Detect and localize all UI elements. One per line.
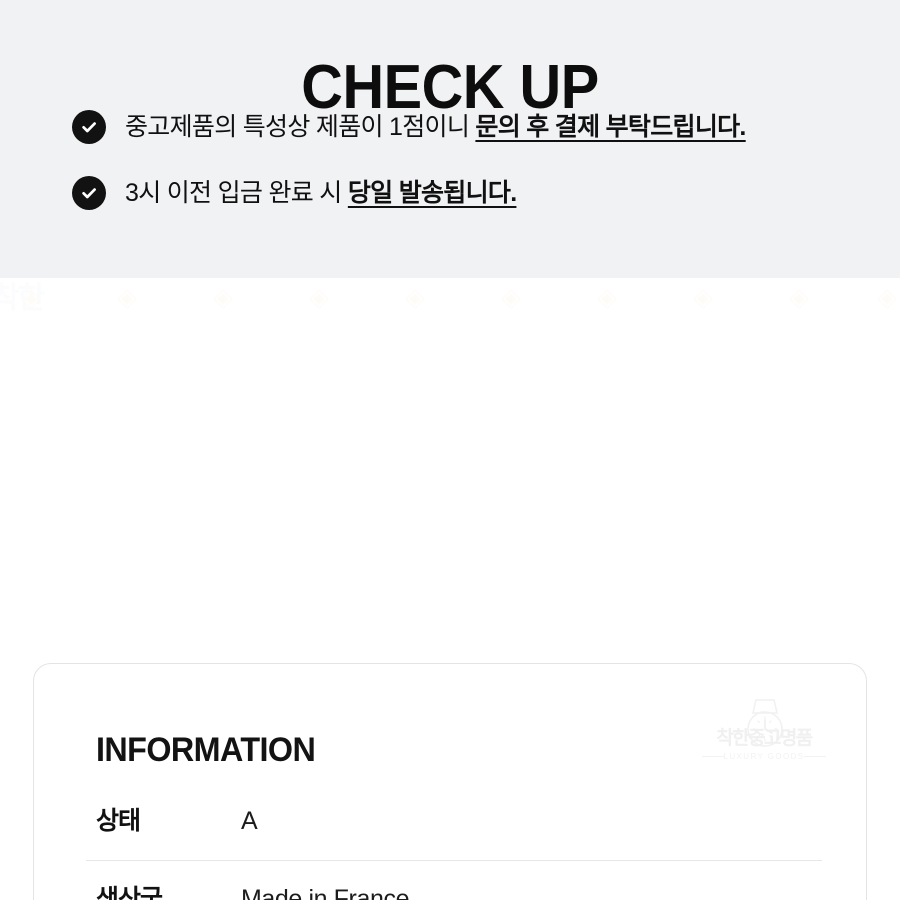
spec-label-condition: 상태 [96,807,141,835]
table-row: 상태 A [34,782,866,860]
checkup-section: CHECK UP 중고제품의 특성상 제품이 1점이니 문의 후 결제 부탁드립… [0,0,900,278]
brand-watermark: 착한중고명품 LUXURY GOODS [700,697,828,769]
watermark-brand-glyph: 착한 [0,282,45,315]
spec-label-country: 생산국 [96,885,163,900]
watermark-mark-icon: ◈ [693,282,713,312]
spec-value-condition: A [241,807,258,835]
spec-value-country: Made in France [241,885,410,900]
information-heading: INFORMATION [96,731,316,770]
watermark-mark-icon: ◈ [309,282,329,312]
list-item: 3시 이전 입금 완료 시 당일 발송됩니다. [72,174,872,214]
checkup-item-text-plain: 중고제품의 특성상 제품이 1점이니 [125,113,476,141]
watermark-mark-icon: ◈ [789,282,809,312]
checkup-item-text: 3시 이전 입금 완료 시 당일 발송됩니다. [125,174,517,212]
product-detail-page: CHECK UP 중고제품의 특성상 제품이 1점이니 문의 후 결제 부탁드립… [0,0,900,900]
watermark-mark-icon: ◈ [21,282,41,312]
watermark-mark-icon: ◈ [117,282,137,312]
watermark-mark-icon: ◈ [501,282,521,312]
information-card: INFORMATION 착한중고명품 LUXURY GOODS 상태 A 생산국… [33,663,867,900]
information-section: 착한 ◈ ◈ ◈ ◈ ◈ ◈ ◈ ◈ ◈ ◈ INFORMATION 착한중고명… [0,278,900,900]
list-item: 중고제품의 특성상 제품이 1점이니 문의 후 결제 부탁드립니다. [72,108,872,148]
table-row: 생산국 Made in France [34,860,866,900]
checkup-item-text: 중고제품의 특성상 제품이 1점이니 문의 후 결제 부탁드립니다. [125,108,746,146]
checkup-notice-list: 중고제품의 특성상 제품이 1점이니 문의 후 결제 부탁드립니다. 3시 이전… [72,108,872,240]
check-circle-icon [72,110,106,144]
checkup-item-text-emphasis: 당일 발송됩니다. [347,179,517,207]
background-watermark-pattern: 착한 ◈ ◈ ◈ ◈ ◈ ◈ ◈ ◈ ◈ ◈ [0,278,900,398]
watermark-brand-name: 착한중고명품 [716,728,813,749]
watermark-mark-icon: ◈ [877,282,897,312]
specification-table: 상태 A 생산국 Made in France 사이즈 15 x 10.5 (c… [34,782,866,900]
checkup-item-text-plain: 3시 이전 입금 완료 시 [125,179,348,207]
watermark-mark-icon: ◈ [405,282,425,312]
watermark-mark-icon: ◈ [597,282,617,312]
watermark-brand-sub: LUXURY GOODS [723,752,805,761]
checkup-item-text-emphasis: 문의 후 결제 부탁드립니다. [475,113,746,141]
check-circle-icon [72,176,106,210]
watermark-mark-icon: ◈ [213,282,233,312]
